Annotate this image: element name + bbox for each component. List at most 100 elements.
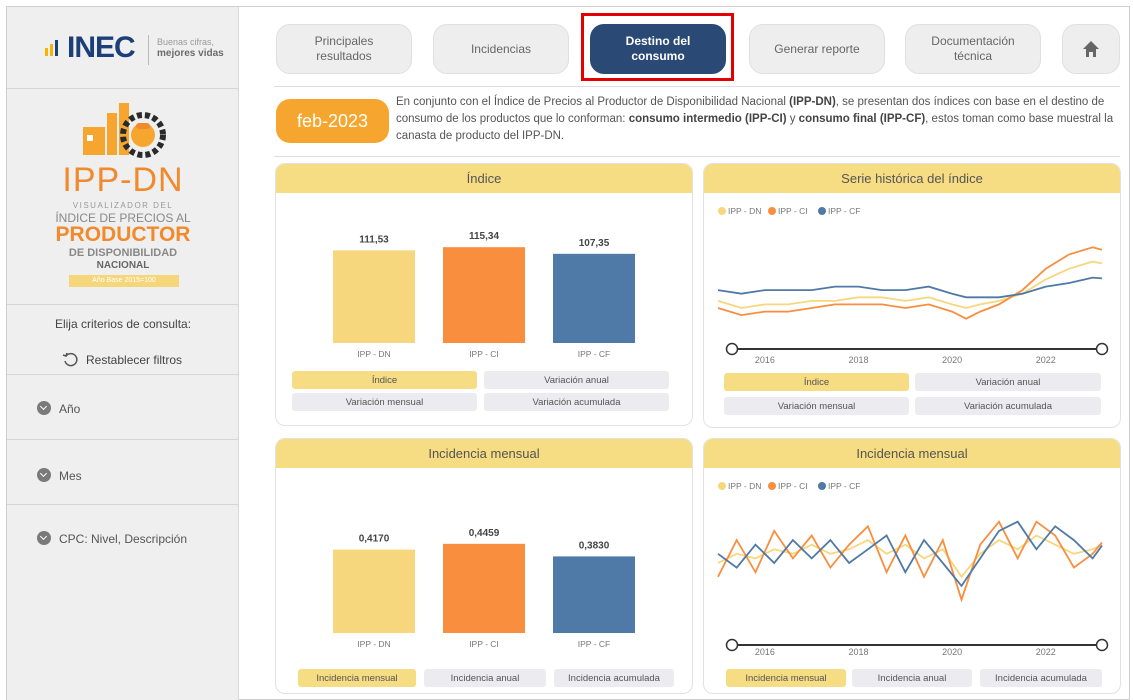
legend-label: IPP - CF — [828, 206, 860, 216]
serie-line-chart: IPP - DN IPP - CI IPP - CF 2016 2018 2020 2022 — [717, 206, 1109, 365]
legend-label: IPP - CI — [778, 206, 808, 216]
description-divider — [274, 156, 1120, 157]
reset-filters-button[interactable]: Restablecer filtros — [62, 352, 182, 368]
legend-marker — [718, 482, 726, 490]
bar — [443, 543, 525, 633]
filter-label: Mes — [59, 469, 82, 483]
chevron-down-icon — [37, 531, 51, 545]
panel-incidencia-bar: Incidencia mensual 0,4170 IPP - DN 0,4459 I… — [275, 438, 693, 694]
range-slider-handle — [725, 342, 739, 356]
reset-filters-label: Restablecer filtros — [86, 353, 183, 367]
ipp-subtitle: NACIONAL — [96, 260, 150, 271]
bar-value-label: 0,4170 — [359, 534, 390, 545]
ipp-dn-logo: IPP-DN VISUALIZADOR DEL ÍNDICE DE PRECIO… — [7, 95, 239, 305]
bar — [553, 556, 635, 633]
panel-title: Índice — [276, 164, 692, 193]
base-year-badge: Año Base 2015=100 — [69, 275, 179, 287]
tab-principales-resultados[interactable]: Principales resultados — [276, 24, 412, 74]
category-label: IPP - CI — [469, 349, 499, 359]
indice-bar-chart: 111,53 IPP - DN 115,34 IPP - CI 107,35 IPP - … — [333, 231, 635, 359]
filter-cpc[interactable]: CPC: Nivel, Descripción — [7, 504, 239, 700]
category-label: IPP - DN — [357, 349, 390, 359]
chevron-down-icon — [37, 401, 51, 415]
bar — [553, 253, 635, 343]
legend-label: IPP - DN — [728, 206, 761, 216]
home-button[interactable] — [1062, 24, 1120, 74]
bar-value-label: 115,34 — [469, 231, 499, 242]
x-tick-label: 2022 — [1036, 647, 1056, 657]
panel-title: Serie histórica del índice — [704, 164, 1120, 193]
bar-value-label: 0,4459 — [469, 528, 500, 539]
series-line — [717, 520, 1103, 588]
btn-indice[interactable]: Índice — [724, 373, 909, 391]
legend-marker — [818, 207, 826, 215]
x-tick-label: 2016 — [755, 647, 775, 657]
inec-logo: INEC Buenas cifras, mejores vidas — [7, 7, 239, 89]
bar-value-label: 111,53 — [359, 234, 389, 245]
btn-incidencia-acumulada[interactable]: Incidencia acumulada — [980, 669, 1102, 687]
btn-incidencia-acumulada[interactable]: Incidencia acumulada — [554, 669, 674, 687]
panel-title: Incidencia mensual — [704, 439, 1120, 468]
range-slider-handle — [1095, 638, 1109, 652]
legend-marker — [718, 207, 726, 215]
active-tab-highlight — [581, 13, 734, 81]
panel-incidencia-line: Incidencia mensual IPP - DN IPP - CI IPP -… — [703, 438, 1121, 694]
bar-value-label: 0,3830 — [579, 540, 610, 551]
incidencia-line-chart: IPP - DN IPP - CI IPP - CF 2016 2018 2020 2022 — [717, 481, 1109, 657]
series-line — [717, 246, 1103, 320]
btn-variacion-anual[interactable]: Variación anual — [915, 373, 1101, 391]
ipp-title: IPP-DN — [62, 161, 184, 199]
btn-indice[interactable]: Índice — [292, 371, 477, 389]
btn-variacion-acumulada[interactable]: Variación acumulada — [484, 393, 669, 411]
range-slider-handle — [1095, 342, 1109, 356]
inec-brand: INEC — [67, 31, 136, 64]
legend-label: IPP - CI — [778, 481, 808, 491]
series-line — [717, 534, 1103, 579]
logo-divider — [148, 35, 149, 65]
filter-month[interactable]: Mes — [7, 439, 239, 504]
filter-label: CPC: Nivel, Descripción — [59, 532, 188, 546]
legend-marker — [768, 207, 776, 215]
bar — [443, 247, 525, 343]
btn-incidencia-mensual[interactable]: Incidencia mensual — [298, 669, 416, 687]
btn-incidencia-mensual[interactable]: Incidencia mensual — [726, 669, 846, 687]
x-tick-label: 2020 — [942, 647, 962, 657]
tab-incidencias[interactable]: Incidencias — [433, 24, 569, 74]
x-tick-label: 2016 — [755, 355, 775, 365]
tab-documentacion-tecnica[interactable]: Documentación técnica — [905, 24, 1041, 74]
description-text: En conjunto con el Índice de Precios al … — [396, 96, 1114, 142]
x-tick-label: 2020 — [942, 355, 962, 365]
btn-variacion-anual[interactable]: Variación anual — [484, 371, 669, 389]
x-tick-label: 2018 — [848, 647, 868, 657]
legend-marker — [768, 482, 776, 490]
bar-value-label: 107,35 — [579, 238, 610, 249]
factory-worker-icon — [83, 103, 166, 158]
nav-divider — [274, 86, 1120, 87]
btn-incidencia-anual[interactable]: Incidencia anual — [852, 669, 972, 687]
sidebar: INEC Buenas cifras, mejores vidas IPP-DN… — [7, 7, 239, 700]
incidencia-bar-chart: 0,4170 IPP - DN 0,4459 IPP - CI 0,3830 IPP - … — [333, 528, 635, 649]
legend-label: IPP - CF — [828, 481, 860, 491]
category-label: IPP - DN — [357, 639, 390, 649]
ipp-subtitle: VISUALIZADOR DEL — [72, 201, 174, 210]
bar — [333, 250, 415, 343]
filter-year[interactable]: Año — [7, 374, 239, 439]
panel-title: Incidencia mensual — [276, 439, 692, 468]
btn-variacion-mensual[interactable]: Variación mensual — [292, 393, 477, 411]
inec-tagline: Buenas cifras, mejores vidas — [157, 37, 224, 59]
x-tick-label: 2022 — [1036, 355, 1056, 365]
bar — [333, 549, 415, 633]
category-label: IPP - CF — [578, 639, 610, 649]
tab-generar-reporte[interactable]: Generar reporte — [749, 24, 885, 74]
inec-bars-icon — [45, 40, 58, 56]
btn-variacion-acumulada[interactable]: Variación acumulada — [915, 397, 1101, 415]
filter-label: Año — [59, 402, 81, 416]
chevron-down-icon — [37, 468, 51, 482]
ipp-subtitle: PRODUCTOR — [55, 223, 191, 246]
ipp-subtitle: DE DISPONIBILIDAD — [68, 247, 178, 259]
btn-variacion-mensual[interactable]: Variación mensual — [724, 397, 909, 415]
btn-incidencia-anual[interactable]: Incidencia anual — [424, 669, 546, 687]
home-icon — [1083, 41, 1099, 57]
panel-serie-historica: Serie histórica del índice IPP - DN IPP -… — [703, 163, 1121, 428]
legend-label: IPP - DN — [728, 481, 761, 491]
